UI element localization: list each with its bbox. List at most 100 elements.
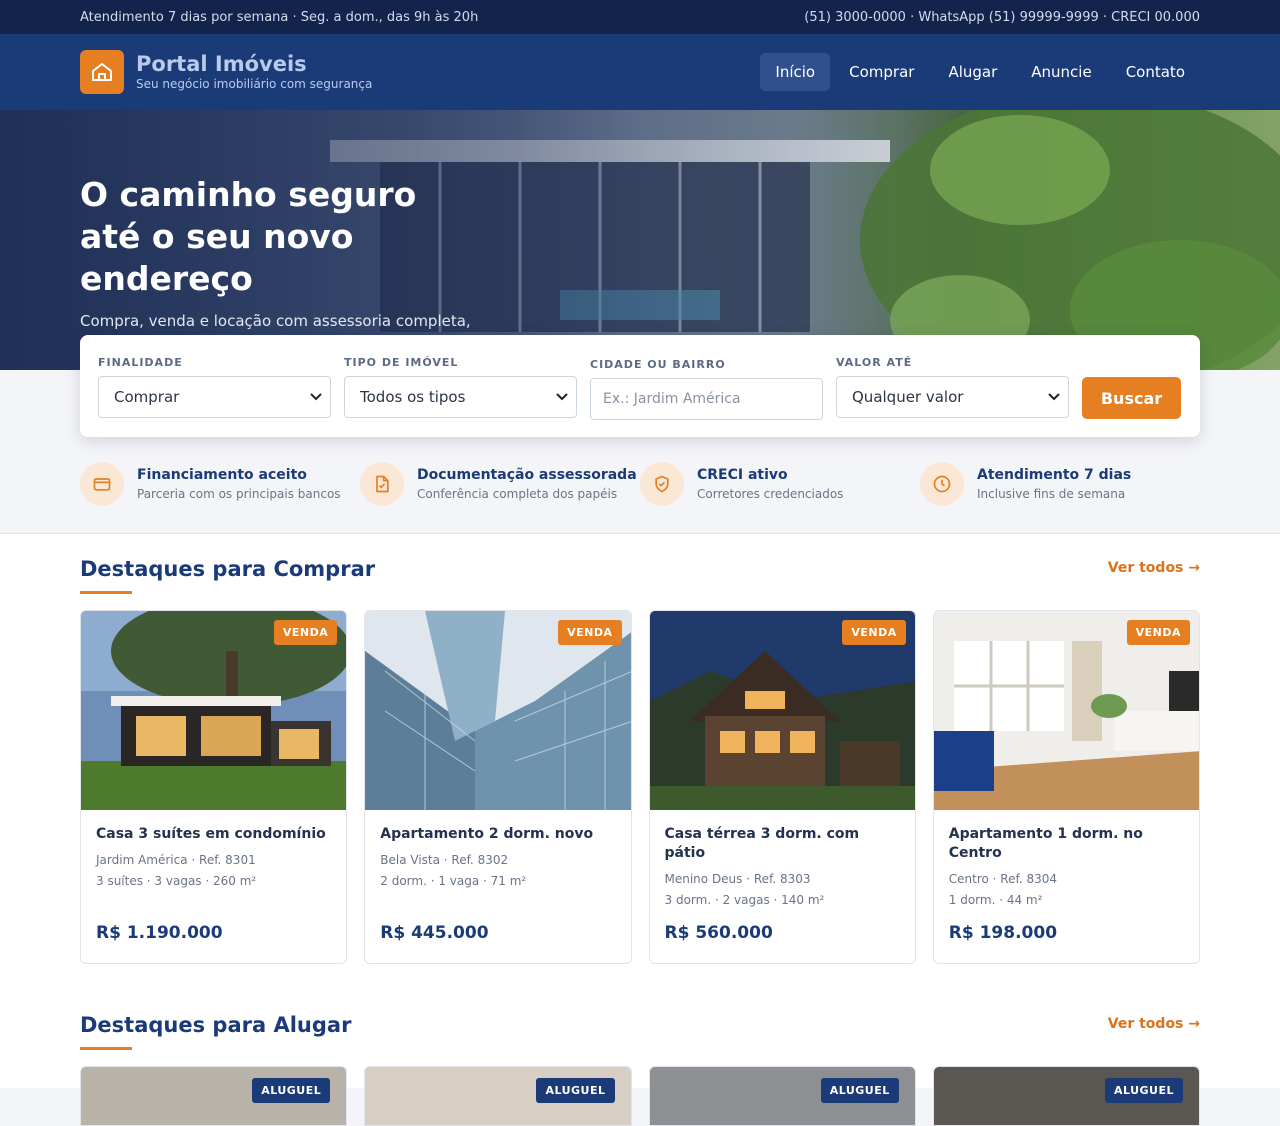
hero-text: O caminho seguro até o seu novo endereço…: [80, 174, 480, 356]
buy-cards: VENDA Casa 3 suítes em condomínio Jardim…: [80, 610, 1200, 964]
card-location: Bela Vista · Ref. 8302: [380, 853, 509, 867]
brand-subtitle: Seu negócio imobiliário com segurança: [136, 77, 373, 91]
clock-icon: [920, 462, 964, 506]
sale-badge: VENDA: [842, 620, 906, 645]
tipo-select[interactable]: Todos os tipos: [344, 376, 577, 418]
feature-subtitle: Parceria com os principais bancos: [137, 486, 341, 501]
topbar-contact: (51) 3000-0000 · WhatsApp (51) 99999-999…: [804, 9, 1200, 25]
main-nav: Início Comprar Alugar Anuncie Contato: [760, 53, 1200, 91]
card-location: Jardim América · Ref. 8301: [96, 853, 256, 867]
finalidade-value: Comprar: [114, 388, 180, 406]
topbar: Atendimento 7 dias por semana · Seg. a d…: [0, 0, 1280, 34]
card-body: Casa 3 suítes em condomínio Jardim Améri…: [81, 810, 346, 892]
feature-title: Atendimento 7 dias: [977, 466, 1132, 483]
hero-banner: O caminho seguro até o seu novo endereço…: [0, 110, 1280, 370]
feature-title: Documentação assessorada: [417, 466, 637, 483]
chevron-down-icon: [556, 393, 568, 401]
feature-subtitle: Inclusive fins de semana: [977, 486, 1126, 501]
card-title: Casa 3 suítes em condomínio: [96, 826, 326, 842]
document-icon: [360, 462, 404, 506]
title-underline: [80, 1047, 132, 1050]
tipo-value: Todos os tipos: [360, 388, 466, 406]
nav-comprar[interactable]: Comprar: [834, 53, 929, 91]
card-specs: 3 suítes · 3 vagas · 260 m²: [96, 874, 257, 888]
feature-documentacao: Documentação assessorada Conferência com…: [360, 462, 640, 506]
buy-see-all-link[interactable]: Ver todos →: [1108, 560, 1200, 576]
rent-badge: ALUGUEL: [536, 1078, 615, 1103]
card-location: Menino Deus · Ref. 8303: [664, 872, 811, 886]
card-specs: 1 dorm. · 44 m²: [948, 893, 1043, 907]
sale-badge: VENDA: [273, 620, 338, 645]
shield-icon: [640, 462, 684, 506]
search-button[interactable]: Buscar: [1082, 377, 1181, 419]
rent-see-all-link[interactable]: Ver todos →: [1108, 1016, 1200, 1032]
feature-subtitle: Conferência completa dos papéis: [417, 486, 618, 501]
rental-card[interactable]: ALUGUEL: [932, 1066, 1200, 1126]
buy-section-header: Destaques para Comprar Ver todos →: [80, 556, 1200, 594]
valor-field: VALOR ATÉ Qualquer valor: [836, 356, 1069, 418]
cidade-placeholder: Ex.: Jardim América: [603, 391, 741, 407]
property-image: VENDA: [81, 611, 347, 810]
card-price: R$ 1.190.000: [96, 923, 223, 943]
nav-inicio[interactable]: Início: [760, 53, 831, 91]
card-icon: [80, 462, 124, 506]
property-image: VENDA: [649, 611, 915, 810]
search-form: FINALIDADE Comprar TIPO DE IMÓVEL Todos …: [80, 335, 1200, 437]
rental-card[interactable]: ALUGUEL: [648, 1066, 916, 1126]
rent-section-header: Destaques para Alugar Ver todos →: [80, 1012, 1200, 1050]
card-specs: 2 dorm. · 1 vaga · 71 m²: [380, 874, 527, 888]
card-price: R$ 560.000: [664, 923, 773, 943]
title-underline: [80, 591, 132, 594]
nav-contato[interactable]: Contato: [1111, 53, 1200, 91]
rent-badge: ALUGUEL: [1104, 1078, 1183, 1103]
rent-badge: ALUGUEL: [820, 1078, 899, 1103]
property-image: VENDA: [365, 611, 631, 810]
home-icon: [80, 50, 124, 94]
feature-atendimento: Atendimento 7 dias Inclusive fins de sem…: [920, 462, 1200, 506]
nav-alugar[interactable]: Alugar: [933, 53, 1012, 91]
features-strip: Financiamento aceito Parceria com os pri…: [80, 462, 1200, 506]
valor-label: VALOR ATÉ: [836, 356, 913, 369]
rent-badge: ALUGUEL: [252, 1078, 331, 1103]
brand-title: Portal Imóveis: [136, 52, 307, 76]
card-body: Apartamento 1 dorm. no Centro Centro · R…: [934, 810, 1199, 911]
cidade-field: CIDADE OU BAIRRO Ex.: Jardim América: [590, 356, 823, 420]
finalidade-select[interactable]: Comprar: [98, 376, 331, 418]
card-price: R$ 198.000: [948, 923, 1058, 943]
feature-financiamento: Financiamento aceito Parceria com os pri…: [80, 462, 360, 506]
card-body: Casa térrea 3 dorm. com pátio Menino Deu…: [650, 810, 915, 911]
property-card[interactable]: VENDA Apartamento 2 dorm. novo Bela Vist…: [364, 610, 632, 964]
cidade-input[interactable]: Ex.: Jardim América: [590, 378, 823, 420]
property-card[interactable]: VENDA Apartamento 1 dorm. no Centro Cent…: [932, 610, 1200, 964]
rental-card[interactable]: ALUGUEL: [364, 1066, 632, 1126]
chevron-down-icon: [310, 393, 322, 401]
property-card[interactable]: VENDA Casa térrea 3 dorm. com pátio Meni…: [648, 610, 916, 964]
feature-title: Financiamento aceito: [137, 466, 307, 483]
property-image: VENDA: [933, 611, 1199, 810]
nav-anuncie[interactable]: Anuncie: [1016, 53, 1106, 91]
card-location: Centro · Ref. 8304: [948, 872, 1057, 886]
rent-section-title: Destaques para Alugar: [80, 1013, 352, 1037]
sale-badge: VENDA: [558, 620, 622, 645]
card-body: Apartamento 2 dorm. novo Bela Vista · Re…: [365, 810, 630, 892]
hero-title: O caminho seguro até o seu novo endereço: [80, 175, 417, 298]
site-header: Portal Imóveis Seu negócio imobiliário c…: [0, 34, 1280, 110]
chevron-down-icon: [1048, 393, 1060, 401]
tipo-field: TIPO DE IMÓVEL Todos os tipos: [344, 356, 577, 418]
feature-creci: CRECI ativo Corretores credenciados: [640, 462, 920, 506]
card-specs: 3 dorm. · 2 vagas · 140 m²: [664, 893, 825, 907]
rent-cards: ALUGUEL ALUGUEL ALUGUEL ALUGUEL: [80, 1066, 1200, 1126]
feature-title: CRECI ativo: [697, 466, 788, 483]
rental-card[interactable]: ALUGUEL: [80, 1066, 348, 1126]
card-title: Apartamento 1 dorm. no Centro: [948, 826, 1143, 861]
valor-value: Qualquer valor: [852, 388, 964, 406]
property-card[interactable]: VENDA Casa 3 suítes em condomínio Jardim…: [80, 610, 348, 964]
finalidade-label: FINALIDADE: [98, 356, 183, 369]
topbar-hours: Atendimento 7 dias por semana · Seg. a d…: [80, 9, 479, 25]
buy-section-title: Destaques para Comprar: [80, 557, 376, 581]
valor-select[interactable]: Qualquer valor: [836, 376, 1069, 418]
card-title: Casa térrea 3 dorm. com pátio: [664, 826, 860, 861]
finalidade-field: FINALIDADE Comprar: [98, 356, 331, 418]
tipo-label: TIPO DE IMÓVEL: [344, 356, 459, 369]
brand[interactable]: Portal Imóveis Seu negócio imobiliário c…: [80, 50, 372, 94]
